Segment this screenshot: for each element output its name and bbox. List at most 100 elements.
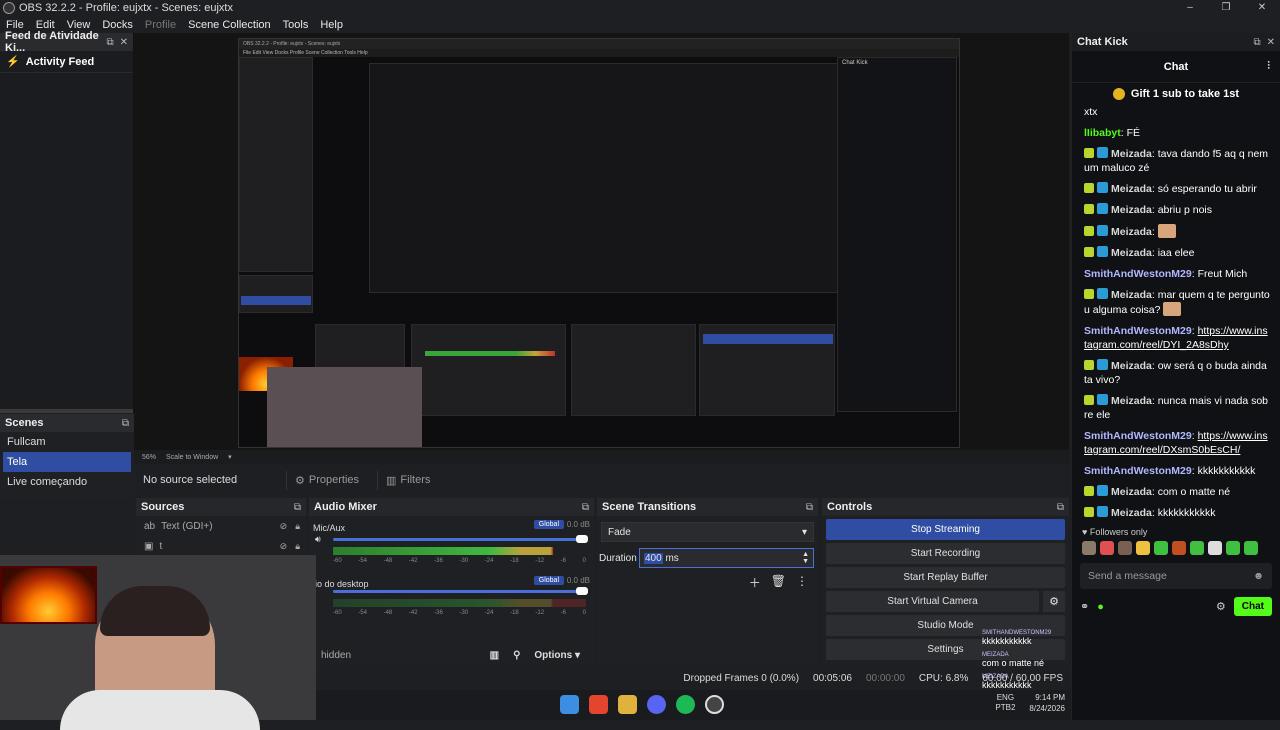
spotify-icon[interactable] — [676, 695, 695, 714]
emote-icon[interactable] — [1226, 541, 1240, 555]
lock-icon[interactable]: 🔒︎ — [295, 541, 300, 552]
chat-text: abriu p nois — [1157, 204, 1212, 216]
chat-username[interactable]: Meizada — [1111, 247, 1152, 259]
gift-banner[interactable]: Gift 1 sub to take 1st — [1072, 83, 1280, 105]
chat-username[interactable]: Meizada — [1111, 360, 1152, 372]
properties-button[interactable]: ⚙ Properties — [286, 470, 367, 490]
chat-username[interactable]: Meizada — [1111, 204, 1152, 216]
undock-icon[interactable]: ⧉ — [294, 502, 301, 513]
stats-icon[interactable]: ⫶ — [1267, 60, 1270, 73]
source-label: Text (GDI+) — [161, 520, 213, 532]
chevron-down-icon[interactable]: ▾ — [228, 453, 232, 461]
scene-item-tela[interactable]: Tela — [3, 452, 131, 472]
send-message-input[interactable]: Send a message ☻ — [1080, 563, 1272, 589]
emote-icon[interactable] — [1082, 541, 1096, 555]
lock-icon[interactable]: 🔒︎ — [295, 521, 300, 532]
menu-docks[interactable]: Docks — [96, 19, 139, 31]
transition-select[interactable]: Fade ▾ — [601, 522, 814, 542]
emote-icon[interactable] — [1172, 541, 1186, 555]
emote-icon[interactable] — [1154, 541, 1168, 555]
chat-send-button[interactable]: Chat — [1233, 597, 1272, 616]
menu-profile[interactable]: Profile — [139, 19, 182, 31]
scale-mode[interactable]: Scale to Window — [166, 454, 218, 461]
start-recording-button[interactable]: Start Recording — [826, 543, 1065, 564]
menu-view[interactable]: View — [61, 19, 97, 31]
menu-tools[interactable]: Tools — [277, 19, 315, 31]
subscriber-badge-icon — [1084, 486, 1094, 496]
chat-username[interactable]: SmithAndWestonM29 — [1084, 465, 1192, 477]
start-replay-buffer-button[interactable]: Start Replay Buffer — [826, 567, 1065, 588]
start-virtual-camera-button[interactable]: Start Virtual Camera — [826, 591, 1039, 612]
chat-username[interactable]: Meizada — [1111, 507, 1152, 519]
mixer-toolbar: hidden ▥ ⚲ Options ▾ — [309, 644, 594, 666]
menu-help[interactable]: Help — [314, 19, 349, 31]
eye-icon[interactable]: ⊘ — [280, 521, 288, 532]
chat-username[interactable]: Meizada — [1111, 486, 1152, 498]
gear-icon[interactable]: ⚙ — [1216, 600, 1226, 613]
chat-username[interactable]: Meizada — [1111, 148, 1152, 160]
add-icon[interactable]: ＋ — [749, 574, 761, 591]
emoji-icon[interactable]: ☻ — [1253, 570, 1264, 582]
scenes-dock: Scenes ⧉ Fullcam Tela Live começando — [0, 414, 134, 500]
chat-username[interactable]: Meizada — [1111, 226, 1152, 238]
volume-slider[interactable] — [333, 590, 586, 593]
emote-icon[interactable] — [1136, 541, 1150, 555]
windows-start-icon[interactable] — [560, 695, 579, 714]
preview-canvas[interactable]: OBS 32.2.2 - Profile: eujxtx - Scenes: e… — [134, 33, 1069, 450]
chat-username[interactable]: Meizada — [1111, 289, 1152, 301]
horizontal-scrollbar[interactable] — [0, 409, 133, 413]
undock-icon[interactable]: ⧉ — [122, 418, 129, 429]
close-dock-icon[interactable]: ✕ — [1267, 37, 1275, 48]
undock-icon[interactable]: ⧉ — [1057, 502, 1064, 513]
emote-icon[interactable] — [1100, 541, 1114, 555]
close-button[interactable]: ✕ — [1244, 0, 1280, 16]
link-icon[interactable]: ⚲ — [513, 650, 520, 661]
undock-icon[interactable]: ⧉ — [1253, 37, 1260, 48]
audio-mixer-dock: Audio Mixer ⧉ Mic/Aux Global 0.0 dB 🔊︎ -… — [309, 498, 594, 666]
maximize-button[interactable]: ❐ — [1208, 0, 1244, 16]
volume-slider-handle[interactable] — [576, 587, 588, 595]
scene-item-fullcam[interactable]: Fullcam — [0, 432, 134, 452]
chat-username[interactable]: Meizada — [1111, 395, 1152, 407]
emote-icon[interactable] — [1208, 541, 1222, 555]
options-button[interactable]: Options ▾ — [534, 650, 580, 661]
discord-icon[interactable] — [647, 695, 666, 714]
link-icon[interactable]: ⚭ — [1080, 600, 1089, 613]
zoom-level[interactable]: 56% — [142, 454, 156, 461]
emote-icon[interactable] — [1118, 541, 1132, 555]
menu-file[interactable]: File — [0, 19, 30, 31]
brave-icon[interactable] — [589, 695, 608, 714]
emote-icon[interactable] — [1190, 541, 1204, 555]
source-item[interactable]: ▣ t ⊘ 🔒︎ — [136, 536, 306, 556]
obs-icon[interactable] — [705, 695, 724, 714]
chat-username[interactable]: SmithAndWestonM29 — [1084, 325, 1192, 337]
chat-username[interactable]: Meizada — [1111, 183, 1152, 195]
more-vertical-icon[interactable]: ⋮ — [796, 574, 808, 591]
volume-slider-handle[interactable] — [576, 535, 588, 543]
spin-arrows-icon[interactable]: ▲ ▼ — [802, 551, 809, 565]
close-dock-icon[interactable]: ✕ — [120, 37, 128, 48]
eye-icon[interactable]: ⊘ — [280, 541, 288, 552]
scene-item-live-comecando[interactable]: Live começando — [0, 472, 134, 492]
trash-icon[interactable]: 🗑︎ — [771, 574, 786, 591]
minimize-button[interactable]: – — [1172, 0, 1208, 16]
source-item[interactable]: ab Text (GDI+) ⊘ 🔒︎ — [136, 516, 306, 536]
chat-username[interactable]: lIibabyt — [1084, 127, 1121, 139]
filters-button[interactable]: ▥ Filters — [377, 470, 438, 490]
chat-username[interactable]: SmithAndWestonM29 — [1084, 268, 1192, 280]
kick-logo-icon[interactable]: ● — [1097, 601, 1104, 613]
menu-edit[interactable]: Edit — [30, 19, 61, 31]
folder-icon[interactable] — [618, 695, 637, 714]
menu-scene-collection[interactable]: Scene Collection — [182, 19, 277, 31]
undock-icon[interactable]: ⧉ — [806, 502, 813, 513]
emote-icon[interactable] — [1244, 541, 1258, 555]
layout-icon[interactable]: ▥ — [490, 650, 499, 661]
speaker-icon[interactable]: 🔊︎ — [315, 534, 321, 545]
gear-icon[interactable]: ⚙ — [1043, 591, 1065, 612]
undock-icon[interactable]: ⧉ — [582, 502, 589, 513]
stop-streaming-button[interactable]: Stop Streaming — [826, 519, 1065, 540]
volume-slider[interactable] — [333, 538, 586, 541]
duration-spinbox[interactable]: 400 ms ▲ ▼ — [639, 548, 814, 568]
undock-icon[interactable]: ⧉ — [106, 37, 113, 48]
chat-username[interactable]: SmithAndWestonM29 — [1084, 430, 1192, 442]
